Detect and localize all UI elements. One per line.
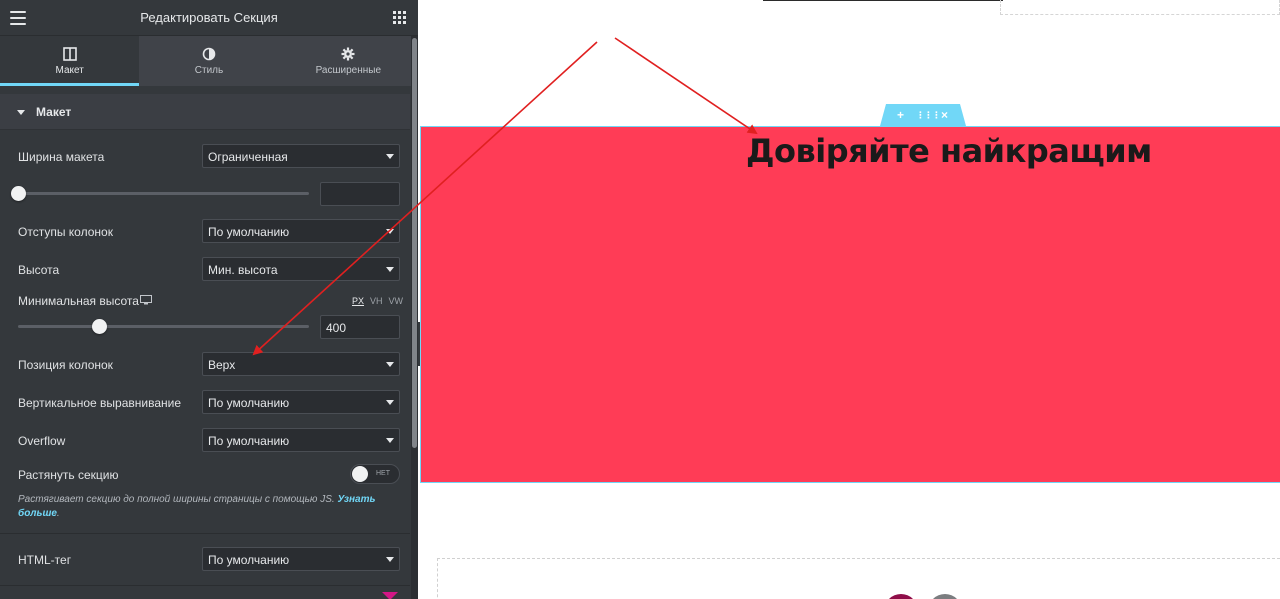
section-toolbar: + ⋮⋮⋮ × [880, 104, 966, 126]
unit-vw[interactable]: VW [389, 296, 404, 306]
select-value: По умолчанию [208, 225, 290, 239]
layout-width-slider[interactable] [11, 186, 309, 201]
vertical-align-select[interactable]: По умолчанию [202, 390, 400, 414]
layout-width-input[interactable] [320, 182, 400, 206]
panel-title: Редактировать Секция [140, 10, 278, 25]
divider [0, 533, 410, 534]
tab-label: Макет [55, 65, 84, 76]
min-height-input[interactable]: 400 [320, 315, 400, 339]
divider [0, 585, 410, 586]
chevron-down-icon [386, 362, 394, 367]
slider-handle[interactable] [92, 319, 108, 334]
slider-handle[interactable] [11, 186, 26, 201]
min-height-slider[interactable] [18, 319, 309, 334]
column-gap-label: Отступы колонок [18, 225, 113, 239]
empty-section-placeholder[interactable] [437, 558, 1280, 599]
panel-header: Редактировать Секция [0, 0, 418, 36]
stretch-section-label: Растянуть секцию [18, 468, 119, 482]
vertical-align-label: Вертикальное выравнивание [18, 396, 182, 410]
select-value: Верх [208, 358, 236, 372]
layout-width-label: Ширина макета [18, 150, 105, 164]
column-position-label: Позиция колонок [18, 358, 113, 372]
editor-panel: Редактировать Секция Макет Стиль Расшире… [0, 0, 418, 599]
toggle-knob [352, 466, 368, 482]
section-label: Макет [36, 105, 72, 119]
chevron-down-icon [386, 154, 394, 159]
chevron-down-icon [386, 400, 394, 405]
top-border-line [763, 0, 1003, 1]
select-value: По умолчанию [208, 434, 290, 448]
widgets-grid-icon[interactable] [393, 11, 406, 24]
section-heading[interactable]: Довіряйте найкращим [746, 132, 1152, 170]
unit-switcher: PX VH VW [352, 296, 403, 306]
help-text: Растягивает секцию до полной ширины стра… [18, 494, 338, 505]
tab-advanced[interactable]: Расширенные [279, 36, 418, 86]
gear-icon [341, 47, 355, 61]
min-height-label: Минимальная высота [18, 294, 139, 308]
height-select[interactable]: Мин. высота [202, 257, 400, 281]
caret-down-icon [17, 110, 25, 115]
chevron-down-icon [386, 438, 394, 443]
red-section[interactable] [420, 126, 1280, 483]
desktop-icon[interactable] [140, 295, 152, 305]
toggle-state-text: НЕТ [376, 470, 390, 477]
half-circle-icon [202, 47, 216, 61]
select-value: По умолчанию [208, 396, 290, 410]
tab-label: Расширенные [315, 65, 382, 76]
unit-vh[interactable]: VH [370, 296, 383, 306]
panel-tabs: Макет Стиль Расширенные [0, 36, 418, 86]
empty-column-placeholder[interactable] [1000, 0, 1280, 15]
column-position-select[interactable]: Верх [202, 352, 400, 376]
select-value: Ограниченная [208, 150, 288, 164]
pink-marker-icon [382, 592, 398, 599]
drag-handle-icon[interactable]: ⋮⋮⋮ [916, 110, 941, 121]
add-section-icon[interactable]: + [897, 108, 904, 122]
layout-width-select[interactable]: Ограниченная [202, 144, 400, 168]
tab-label: Стиль [194, 65, 224, 76]
height-label: Высота [18, 263, 60, 277]
close-icon[interactable]: × [941, 108, 948, 122]
overflow-label: Overflow [18, 434, 66, 448]
unit-px[interactable]: PX [352, 296, 364, 306]
column-gap-select[interactable]: По умолчанию [202, 219, 400, 243]
section-layout-header[interactable]: Макет [0, 94, 410, 130]
panel-scrollbar[interactable] [411, 36, 418, 599]
tab-style[interactable]: Стиль [139, 36, 278, 86]
scrollbar-thumb[interactable] [412, 38, 417, 448]
overflow-select[interactable]: По умолчанию [202, 428, 400, 452]
stretch-help-text: Растягивает секцию до полной ширины стра… [18, 494, 376, 519]
select-value: По умолчанию [208, 553, 290, 567]
columns-icon [62, 47, 77, 61]
select-value: Мин. высота [208, 263, 278, 277]
chevron-down-icon [386, 229, 394, 234]
html-tag-label: HTML-тег [18, 553, 72, 567]
stretch-section-toggle[interactable]: НЕТ [350, 464, 400, 484]
chevron-down-icon [386, 557, 394, 562]
chevron-down-icon [386, 267, 394, 272]
tab-layout[interactable]: Макет [0, 36, 140, 86]
html-tag-select[interactable]: По умолчанию [202, 547, 400, 571]
